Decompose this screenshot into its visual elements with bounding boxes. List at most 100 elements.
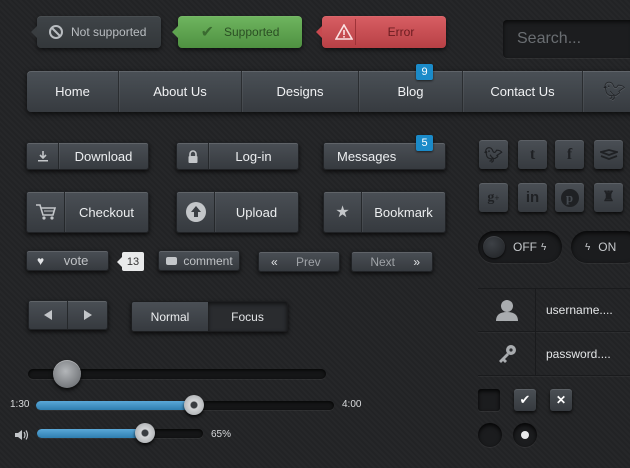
total-time: 4:00	[342, 399, 362, 410]
nav-item-contact[interactable]: Contact Us	[463, 71, 583, 112]
not-supported-label: Not supported	[71, 25, 147, 39]
shopping-cart-icon	[27, 192, 65, 232]
twitter-icon[interactable]: 🐦︎	[479, 140, 508, 169]
nav-item-label: Blog	[397, 84, 424, 99]
bookmark-label: Bookmark	[374, 204, 433, 220]
next-arrow-button[interactable]	[68, 301, 107, 329]
checkout-button[interactable]: Checkout	[26, 191, 149, 233]
password-input[interactable]: password....	[536, 347, 611, 361]
progress-fill	[36, 401, 194, 410]
volume-fill	[37, 429, 145, 438]
radio-unselected[interactable]	[478, 423, 502, 447]
username-input[interactable]: username....	[536, 303, 613, 317]
error-label: Error	[387, 25, 415, 39]
segmented-control: Normal Focus	[131, 301, 288, 332]
vote-label: vote	[63, 253, 89, 268]
checkmark-icon: ✔	[519, 392, 531, 407]
facebook-icon[interactable]: f	[555, 140, 584, 169]
toggle-on-label: ON	[598, 240, 617, 254]
login-label: Log-in	[235, 148, 272, 164]
plain-slider-thumb[interactable]	[52, 360, 81, 388]
speaker-icon	[14, 428, 30, 446]
lightning-icon: ϟ	[585, 241, 591, 253]
comment-button[interactable]: comment	[158, 250, 240, 271]
lock-icon	[177, 143, 209, 169]
prev-arrow-button[interactable]	[29, 301, 69, 329]
nav-item-designs[interactable]: Designs	[242, 71, 359, 112]
upload-button[interactable]: Upload	[176, 191, 299, 233]
vote-button[interactable]: ♥ vote	[26, 250, 109, 271]
triangle-left-icon	[44, 310, 52, 320]
download-label: Download	[74, 148, 133, 164]
nav-item-label: About Us	[153, 84, 207, 99]
progress-thumb[interactable]	[183, 395, 204, 415]
radio-selected[interactable]	[513, 423, 537, 447]
pager-group	[28, 300, 108, 330]
key-icon	[478, 332, 536, 375]
prev-button[interactable]: « Prev	[258, 251, 340, 272]
checkmark-icon: ✔	[200, 24, 214, 41]
supported-badge: ✔ Supported	[172, 16, 302, 48]
download-button[interactable]: Download	[26, 142, 149, 170]
checkbox-checked[interactable]: ✔	[514, 389, 536, 411]
blocked-icon	[49, 25, 63, 39]
nav-item-about[interactable]: About Us	[119, 71, 242, 112]
supported-label: Supported	[224, 25, 280, 39]
stumbleupon-icon[interactable]: ♜	[594, 183, 623, 212]
heart-icon: ♥	[37, 253, 45, 268]
username-field[interactable]: username....	[478, 288, 630, 332]
nav-item-label: Designs	[276, 84, 324, 99]
linkedin-icon[interactable]: in	[518, 183, 547, 212]
segment-normal-label: Normal	[150, 309, 190, 324]
password-field[interactable]: password....	[478, 332, 630, 376]
current-time: 1:30	[10, 399, 30, 410]
main-nav: Home About Us Designs Blog 9 Contact Us …	[27, 64, 630, 112]
double-chevron-right-icon: »	[413, 254, 420, 269]
checkbox-crossed[interactable]: ✕	[550, 389, 572, 411]
google-plus-icon[interactable]: g +	[479, 183, 508, 212]
checkbox-empty[interactable]	[478, 389, 500, 411]
checkout-label: Checkout	[79, 204, 134, 220]
pinterest-icon[interactable]: p	[555, 183, 584, 212]
messages-button[interactable]: Messages 5	[323, 135, 446, 170]
tumblr-icon[interactable]: t	[518, 140, 547, 169]
dropbox-icon[interactable]	[594, 140, 623, 169]
star-icon: ★	[324, 192, 362, 232]
upload-label: Upload	[235, 204, 278, 220]
prev-label: Prev	[296, 254, 321, 269]
not-supported-badge: Not supported	[31, 16, 161, 48]
nav-item-home[interactable]: Home	[27, 71, 119, 112]
toggle-knob	[483, 236, 505, 258]
nav-item-social[interactable]: 🐦︎	[583, 71, 630, 112]
upload-arrow-icon	[177, 192, 215, 232]
nav-item-blog[interactable]: Blog 9	[359, 64, 463, 112]
login-button[interactable]: Log-in	[176, 142, 299, 170]
cross-icon: ✕	[555, 393, 567, 407]
vote-count-label: 13	[126, 255, 140, 268]
volume-thumb[interactable]	[134, 423, 155, 443]
speech-bubble-icon	[166, 256, 177, 265]
toggle-off-label: OFF	[513, 240, 537, 254]
vote-count: 13	[117, 252, 144, 271]
warning-icon	[332, 19, 356, 45]
segment-focus-label: Focus	[231, 309, 264, 324]
twitter-icon[interactable]: 🐦︎	[603, 81, 626, 102]
user-icon	[478, 289, 536, 331]
nav-item-label: Contact Us	[490, 84, 555, 99]
blog-count-badge: 9	[416, 64, 433, 80]
lightning-icon: ϟ	[541, 241, 547, 253]
segment-focus[interactable]: Focus	[208, 302, 287, 331]
download-icon	[27, 143, 59, 169]
triangle-right-icon	[83, 310, 92, 320]
radio-dot	[521, 431, 529, 439]
messages-label: Messages	[337, 148, 397, 164]
volume-percent: 65%	[211, 429, 232, 440]
comment-label: comment	[183, 253, 233, 268]
volume-track[interactable]	[37, 429, 203, 438]
toggle-on[interactable]: ϟ ON	[571, 231, 630, 263]
search-input[interactable]: Search...	[503, 20, 630, 58]
bookmark-button[interactable]: ★ Bookmark	[323, 191, 446, 233]
toggle-off[interactable]: OFF ϟ	[478, 231, 562, 263]
next-button[interactable]: Next »	[351, 251, 433, 272]
segment-normal[interactable]: Normal	[132, 302, 208, 331]
